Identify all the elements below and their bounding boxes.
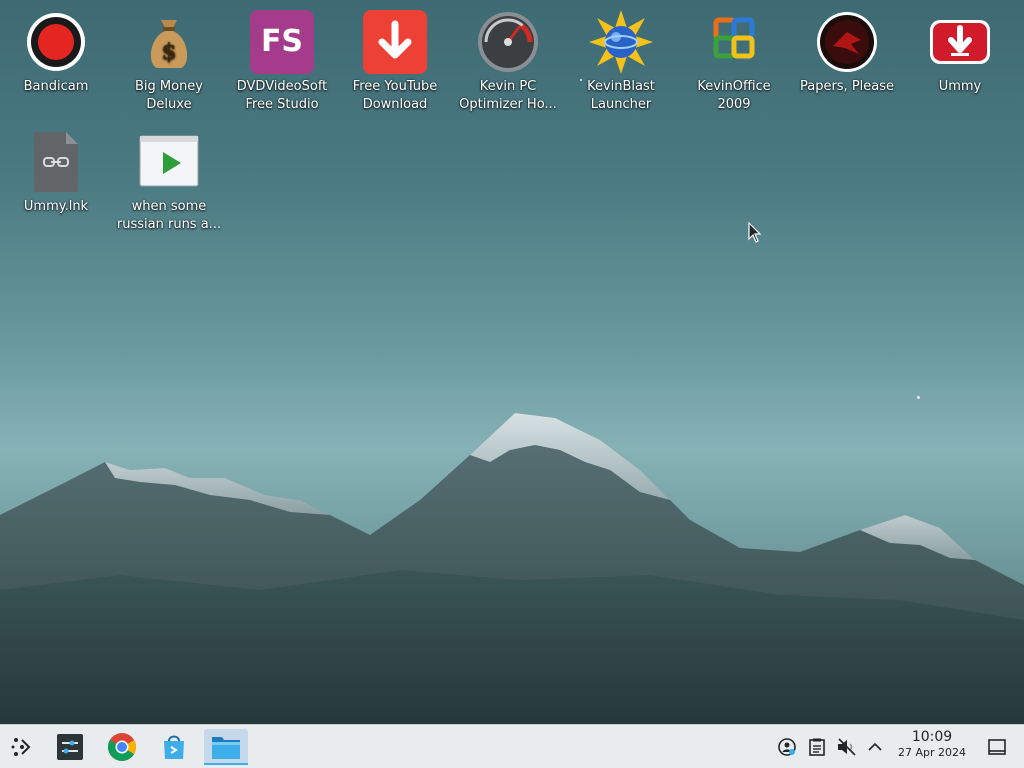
office-logo-icon (702, 10, 766, 74)
app-launcher-icon (11, 738, 31, 756)
desktop-icon-video-file[interactable]: when some russian runs a... (113, 124, 225, 234)
fs-logo-text: FS (260, 24, 304, 59)
speedometer-icon (476, 10, 540, 74)
icon-label: KevinBlast Launcher (587, 79, 655, 112)
taskbar-app-chrome[interactable] (102, 729, 142, 765)
desktop-icon-papers-please[interactable]: Papers, Please (791, 4, 903, 96)
money-bag-icon: $ (137, 10, 201, 74)
tray-volume[interactable] (836, 735, 858, 759)
desktop-icon-bandicam[interactable]: Bandicam (0, 4, 112, 96)
folder-icon (212, 737, 240, 759)
ummy-download-icon (928, 10, 992, 74)
desktop-icon-kevin-pc-optimizer[interactable]: Kevin PC Optimizer Ho... (452, 4, 564, 114)
show-desktop-icon (988, 739, 1006, 755)
network-icon (778, 738, 796, 756)
tray-expand[interactable] (864, 735, 886, 759)
desktop-icon-free-youtube-download[interactable]: Free YouTube Download (339, 4, 451, 114)
tray-network[interactable] (776, 735, 798, 759)
fs-logo-icon: FS (250, 10, 314, 74)
icon-label: Bandicam (23, 79, 89, 94)
taskbar: 10:09 27 Apr 2024 (0, 724, 1024, 768)
mouse-cursor (748, 222, 762, 243)
icon-label: Kevin PC Optimizer Ho... (459, 79, 557, 112)
download-arrow-icon (363, 10, 427, 74)
papers-please-emblem-icon (815, 10, 879, 74)
icon-label: Ummy (938, 79, 982, 94)
icon-label: Big Money Deluxe (134, 79, 203, 112)
icon-label: when some russian runs a... (116, 199, 222, 232)
clock[interactable]: 10:09 27 Apr 2024 (886, 729, 978, 760)
chrome-icon (108, 733, 136, 761)
show-desktop-button[interactable] (986, 735, 1008, 759)
taskbar-app-file-manager[interactable] (204, 729, 248, 765)
svg-text:$: $ (161, 39, 176, 65)
desktop-icon-kevinblast-launcher[interactable]: KevinBlast Launcher (565, 4, 677, 114)
icon-label: Papers, Please (799, 79, 895, 94)
volume-muted-icon (838, 738, 856, 756)
clock-time: 10:09 (911, 729, 953, 745)
sun-globe-icon (589, 10, 653, 74)
star (917, 396, 920, 399)
clipboard-icon (809, 738, 825, 756)
video-file-icon (137, 130, 201, 194)
icon-label: Ummy.lnk (23, 199, 89, 214)
icon-label: KevinOffice 2009 (697, 79, 771, 112)
icon-label: DVDVideoSoft Free Studio (236, 79, 328, 112)
taskbar-app-system-settings[interactable] (50, 729, 90, 765)
desktop-icon-dvdvideosoft[interactable]: FS DVDVideoSoft Free Studio (226, 4, 338, 114)
desktop-icon-ummy[interactable]: Ummy (904, 4, 1016, 96)
taskbar-app-discover[interactable] (154, 729, 194, 765)
settings-sliders-icon (57, 734, 83, 760)
icon-label: Free YouTube Download (352, 79, 438, 112)
store-bag-icon (164, 735, 184, 759)
desktop-icon-big-money-deluxe[interactable]: $ Big Money Deluxe (113, 4, 225, 114)
expand-tray-icon (868, 742, 882, 751)
app-launcher-button[interactable] (2, 729, 42, 765)
desktop[interactable]: Bandicam $ Big Money Deluxe FS DVDVideoS… (0, 0, 1024, 724)
tray-clipboard[interactable] (806, 735, 828, 759)
desktop-icon-kevinoffice-2009[interactable]: KevinOffice 2009 (678, 4, 790, 114)
link-file-icon (24, 130, 88, 194)
bandicam-record-icon (24, 10, 88, 74)
desktop-icon-ummy-lnk[interactable]: Ummy.lnk (0, 124, 112, 216)
clock-date: 27 Apr 2024 (897, 746, 966, 759)
